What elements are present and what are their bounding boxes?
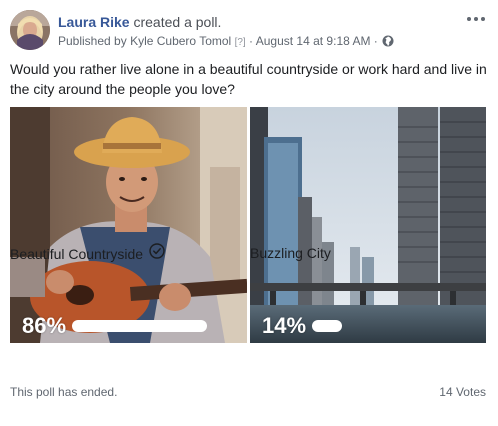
vote-count[interactable]: 14 Votes [439,384,486,400]
option-label-text: Buzzling City [250,245,331,261]
ellipsis-icon[interactable] [466,12,486,24]
check-circle-icon [149,243,165,264]
avatar[interactable] [10,10,50,50]
result-bar [72,320,208,332]
city-image [250,107,486,343]
post-header: Laura Rike created a poll. [58,13,221,31]
post-timestamp[interactable]: August 14 at 9:18 AM [256,34,371,48]
poll-option-city[interactable]: 14% [250,107,486,343]
help-marker[interactable]: [?] [235,37,246,48]
meta-separator-2: · [370,34,378,48]
meta-separator: · [245,34,256,48]
result-row-countryside: 86% [22,312,208,340]
published-prefix: Published by [58,34,127,48]
globe-icon[interactable] [382,35,394,51]
option-label-countryside[interactable]: Beautiful Countryside [10,243,165,264]
author-action: created a poll. [133,14,222,30]
percent-label: 86% [22,313,67,338]
publisher-name[interactable]: Kyle Cubero Tomol [130,34,231,48]
countryside-image [10,107,247,343]
poll-option-countryside[interactable]: 86% [10,107,247,343]
result-bar [312,320,343,332]
author-name[interactable]: Laura Rike [58,14,130,30]
poll-post-card: Laura Rike created a poll. Published by … [0,0,498,426]
post-meta: Published by Kyle Cubero Tomol [?] · Aug… [58,33,394,51]
percent-label: 14% [262,313,307,338]
result-row-city: 14% [262,312,343,340]
poll-status: This poll has ended. [10,385,118,399]
option-label-city[interactable]: Buzzling City [250,243,331,263]
option-label-text: Beautiful Countryside [10,245,144,262]
poll-question: Would you rather live alone in a beautif… [10,61,487,97]
